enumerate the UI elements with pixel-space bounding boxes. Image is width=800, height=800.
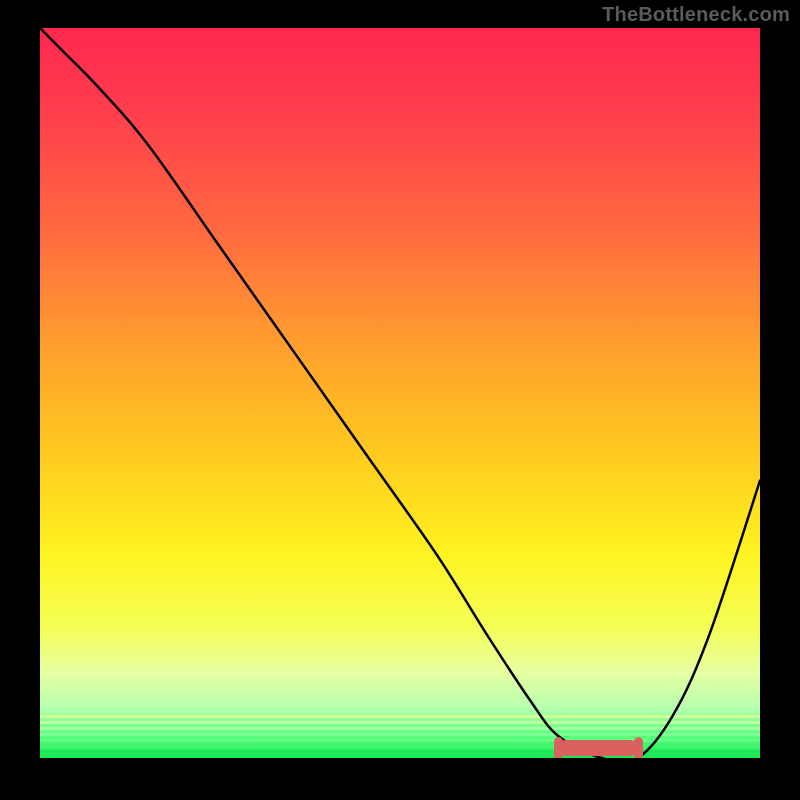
plot-area xyxy=(40,28,760,758)
bottleneck-curve xyxy=(40,28,760,758)
optimal-range-cap-right xyxy=(634,737,643,758)
watermark-text: TheBottleneck.com xyxy=(602,4,790,27)
optimal-range-marker xyxy=(558,740,637,756)
optimal-range-cap-left xyxy=(554,737,563,758)
chart-container: TheBottleneck.com xyxy=(0,0,800,800)
